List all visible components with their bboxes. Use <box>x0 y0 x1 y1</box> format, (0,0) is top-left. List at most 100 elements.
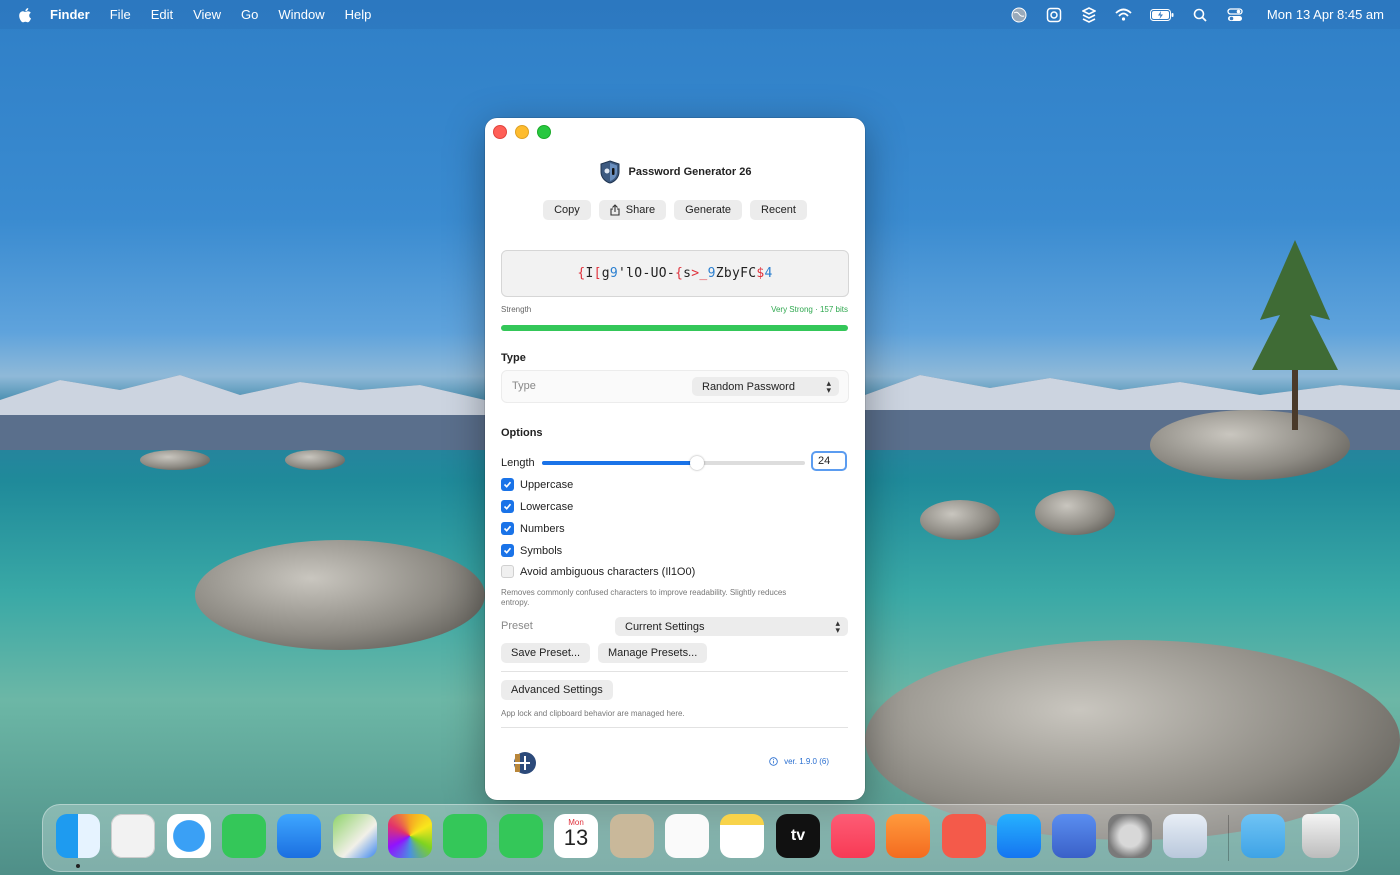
menu-window[interactable]: Window <box>278 7 324 22</box>
length-input[interactable]: 24 <box>811 451 847 471</box>
pages-icon[interactable] <box>886 814 930 858</box>
password-char: U <box>650 266 659 281</box>
control-center-icon[interactable] <box>1226 7 1244 23</box>
type-heading: Type <box>501 352 526 364</box>
copy-button[interactable]: Copy <box>543 200 591 220</box>
reminders-icon[interactable] <box>665 814 709 858</box>
password-char: ' <box>618 266 627 281</box>
password-char: [ <box>593 266 602 281</box>
app-store-icon[interactable] <box>997 814 1041 858</box>
rocket-icon[interactable] <box>942 814 986 858</box>
finder-running-indicator <box>76 864 80 868</box>
background-tree <box>1252 240 1338 430</box>
version-info[interactable]: ver. 1.9.0 (6) <box>769 757 829 766</box>
password-display[interactable]: {I[g 9 ' l O - U O -{s > _ 9 Zb y F C $4 <box>501 250 849 297</box>
search-icon[interactable] <box>1191 7 1209 23</box>
menu-clock[interactable]: Mon 13 Apr 8:45 am <box>1267 7 1384 22</box>
type-select[interactable]: Random Password ▴ ▾ <box>692 377 839 396</box>
password-generator-icon[interactable] <box>1163 814 1207 858</box>
preset-select[interactable]: Current Settings ▴ ▾ <box>615 617 848 636</box>
finder-icon[interactable] <box>56 814 100 858</box>
menu-edit[interactable]: Edit <box>151 7 173 22</box>
battery-icon[interactable] <box>1149 7 1174 23</box>
safari-icon[interactable] <box>167 814 211 858</box>
password-generator-window: Password Generator 26 Copy Share Generat… <box>485 118 865 800</box>
downloads-folder-icon[interactable] <box>1241 814 1285 858</box>
avoid-ambiguous-label: Avoid ambiguous characters (Il1O0) <box>520 565 696 578</box>
symbols-checkbox[interactable] <box>501 544 514 557</box>
advanced-settings-button[interactable]: Advanced Settings <box>501 680 613 700</box>
avoid-ambiguous-checkbox[interactable] <box>501 565 514 578</box>
divider <box>501 671 848 672</box>
app-shield-icon <box>600 160 620 184</box>
wifi-icon[interactable] <box>1115 7 1133 23</box>
advanced-hint: App lock and clipboard behavior are mana… <box>501 709 685 718</box>
avoid-ambiguous-checkbox-row[interactable]: Avoid ambiguous characters (Il1O0) <box>501 565 695 578</box>
password-char: 9 <box>707 266 716 281</box>
menu-file[interactable]: File <box>110 7 131 22</box>
toolbar: Copy Share Generate Recent <box>485 200 865 220</box>
password-char: F <box>740 266 749 281</box>
save-preset-button[interactable]: Save Preset... <box>501 643 591 663</box>
background-rock <box>195 540 485 650</box>
calendar-icon[interactable]: Mon 13 <box>554 814 598 858</box>
length-slider-knob[interactable] <box>690 456 705 470</box>
ambiguous-hint: Removes commonly confused characters to … <box>501 588 787 607</box>
notes-icon[interactable] <box>720 814 764 858</box>
apple-menu-icon[interactable] <box>18 7 32 23</box>
chevron-updown-icon: ▴ ▾ <box>826 378 831 395</box>
globe-icon[interactable] <box>1010 7 1028 23</box>
lowercase-checkbox-row[interactable]: Lowercase <box>501 500 573 513</box>
stack-icon[interactable] <box>1080 6 1098 23</box>
options-heading: Options <box>501 427 543 439</box>
window-title: Password Generator 26 <box>628 166 752 178</box>
menu-app-name[interactable]: Finder <box>50 7 90 22</box>
share-button[interactable]: Share <box>598 200 667 220</box>
password-char: O <box>658 266 667 281</box>
manage-presets-button[interactable]: Manage Presets... <box>598 643 708 663</box>
dock-separator <box>1228 815 1229 861</box>
generate-button-label: Generate <box>685 204 732 216</box>
close-window-button[interactable] <box>493 125 507 139</box>
length-slider[interactable] <box>542 456 805 470</box>
numbers-checkbox-row[interactable]: Numbers <box>501 522 565 535</box>
background-rock <box>920 500 1000 540</box>
preset-select-value: Current Settings <box>625 620 705 633</box>
menu-go[interactable]: Go <box>241 7 258 22</box>
system-settings-icon[interactable] <box>1108 814 1152 858</box>
simulator-icon[interactable] <box>1052 814 1096 858</box>
trash-icon[interactable] <box>1302 814 1340 858</box>
recent-button[interactable]: Recent <box>750 200 807 220</box>
phone-icon[interactable] <box>499 814 543 858</box>
uppercase-checkbox[interactable] <box>501 478 514 491</box>
photos-icon[interactable] <box>388 814 432 858</box>
mail-icon[interactable] <box>277 814 321 858</box>
menu-help[interactable]: Help <box>345 7 372 22</box>
maps-icon[interactable] <box>333 814 377 858</box>
background-rock <box>140 450 210 470</box>
tv-icon[interactable]: tv <box>776 814 820 858</box>
music-icon[interactable] <box>831 814 875 858</box>
lowercase-checkbox[interactable] <box>501 500 514 513</box>
numbers-checkbox[interactable] <box>501 522 514 535</box>
password-char: b <box>723 266 732 281</box>
lifebuoy-icon[interactable] <box>1045 7 1063 23</box>
facetime-icon[interactable] <box>443 814 487 858</box>
contacts-icon[interactable] <box>610 814 654 858</box>
menu-view[interactable]: View <box>193 7 221 22</box>
share-icon <box>610 204 620 216</box>
minimize-window-button[interactable] <box>515 125 529 139</box>
launchpad-icon[interactable] <box>111 814 155 858</box>
password-char: O <box>634 266 643 281</box>
symbols-checkbox-row[interactable]: Symbols <box>501 544 562 557</box>
numbers-label: Numbers <box>520 522 565 535</box>
messages-icon[interactable] <box>222 814 266 858</box>
password-char: s <box>683 266 692 281</box>
password-char: Z <box>715 266 724 281</box>
password-char: C <box>748 266 757 281</box>
generate-button[interactable]: Generate <box>674 200 743 220</box>
type-row: Type Random Password ▴ ▾ <box>501 370 849 403</box>
uppercase-checkbox-row[interactable]: Uppercase <box>501 478 573 491</box>
chevron-updown-icon: ▴ ▾ <box>835 618 840 635</box>
zoom-window-button[interactable] <box>537 125 551 139</box>
